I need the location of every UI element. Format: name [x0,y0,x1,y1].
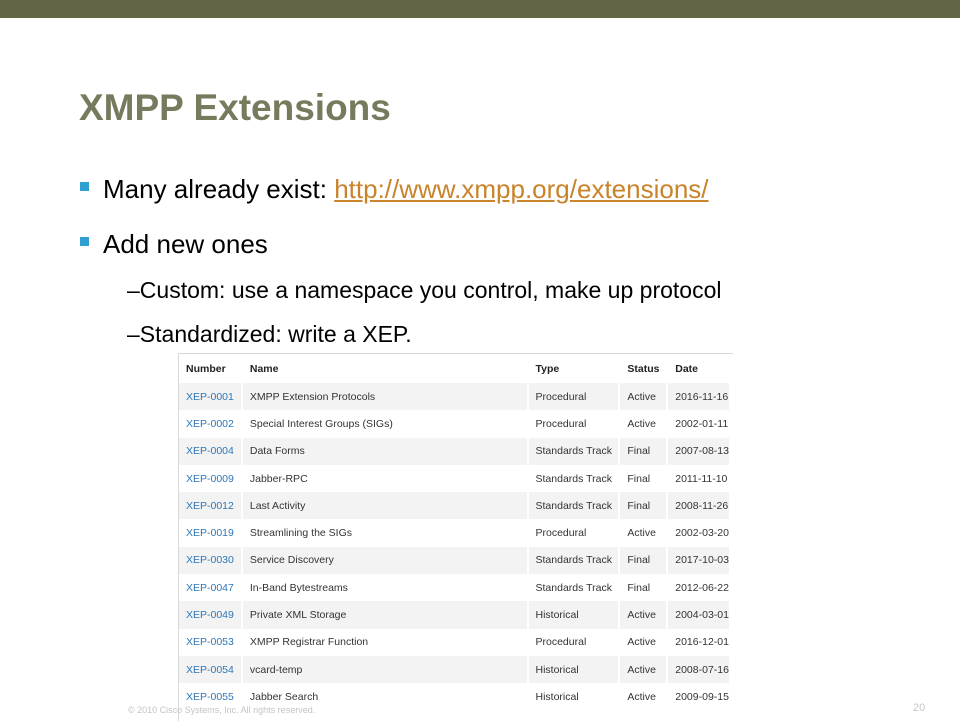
column-header-number[interactable]: Number [179,354,241,383]
table-row: XEP-0019 Streamlining the SIGs Procedural A… [179,519,729,547]
column-header-type[interactable]: Type [528,354,619,383]
sub-bullet-custom: –Custom: use a namespace you control, ma… [127,277,722,303]
cell-status: Final [620,574,667,602]
table-row: XEP-0054 vcard-temp Historical Active 2008-0… [179,655,729,684]
cell-type: Procedural [528,383,619,411]
table-row: XEP-0053 XMPP Registrar Function Procedura… [179,628,729,656]
cell-status: Final [620,437,667,465]
bullet-square-icon [80,182,89,191]
cell-type: Procedural [528,410,619,438]
table-row: XEP-0009 Jabber-RPC Standards Track Final 20… [179,464,729,493]
cell-name: Service Discovery [242,546,527,575]
cell-type: Historical [528,601,619,629]
cell-status: Active [620,410,667,438]
cell-name: XMPP Registrar Function [242,628,527,656]
column-header-date[interactable]: Date [668,354,729,383]
cell-status: Final [620,492,667,520]
cell-name: Private XML Storage [242,601,527,629]
cell-name: Streamlining the SIGs [242,519,527,547]
cell-number[interactable]: XEP-0001 [179,383,241,411]
bullet-square-icon [80,237,89,246]
column-header-name[interactable]: Name [242,354,527,383]
cell-date: 2008-11-26 [668,492,729,520]
xep-table: Number Name Type Status Date XEP-0001 XMP… [179,354,731,711]
column-header-status[interactable]: Status [620,354,667,383]
cell-status: Final [620,464,667,493]
cell-type: Standards Track [528,464,619,493]
slide-title: XMPP Extensions [79,87,391,128]
cell-type: Procedural [528,628,619,656]
cell-type: Standards Track [528,546,619,575]
cell-status: Active [620,601,667,629]
xep-table-screenshot: Number Name Type Status Date XEP-0001 XMP… [178,353,733,721]
table-header-row: Number Name Type Status Date [179,354,729,383]
cell-type: Standards Track [528,437,619,465]
cell-name: Last Activity [242,492,527,520]
cell-number[interactable]: XEP-0053 [179,628,241,656]
cell-number[interactable]: XEP-0054 [179,655,241,684]
cell-name: Special Interest Groups (SIGs) [242,410,527,438]
cell-name: In-Band Bytestreams [242,574,527,602]
cell-date: 2002-01-11 [668,410,729,438]
table-row: XEP-0047 In-Band Bytestreams Standards Tra… [179,574,729,602]
cell-type: Historical [528,655,619,684]
cell-status: Active [620,519,667,547]
table-row: XEP-0030 Service Discovery Standards Track… [179,546,729,575]
cell-type: Procedural [528,519,619,547]
table-row: XEP-0049 Private XML Storage Historical Act… [179,601,729,629]
sub-bullet-standardized: –Standardized: write a XEP. [127,321,412,347]
cell-date: 2002-03-20 [668,519,729,547]
cell-name: Jabber-RPC [242,464,527,493]
cell-number[interactable]: XEP-0049 [179,601,241,629]
cell-type: Standards Track [528,492,619,520]
cell-number[interactable]: XEP-0002 [179,410,241,438]
cell-name: Data Forms [242,437,527,465]
cell-number[interactable]: XEP-0047 [179,574,241,602]
cell-status: Active [620,655,667,684]
cell-number[interactable]: XEP-0030 [179,546,241,575]
cell-date: 2016-12-01 [668,628,729,656]
extensions-link[interactable]: http://www.xmpp.org/extensions/ [334,174,708,204]
page-number: 20 [913,702,926,714]
table-row: XEP-0012 Last Activity Standards Track Fina… [179,492,729,520]
cell-name: vcard-temp [242,655,527,684]
table-row: XEP-0001 XMPP Extension Protocols Procedur… [179,383,729,411]
cell-date: 2008-07-16 [668,655,729,684]
cell-date: 2016-11-16 [668,383,729,411]
cell-name: XMPP Extension Protocols [242,383,527,411]
bullet-label: Many already exist: [103,174,335,204]
copyright-notice: © 2010 Cisco Systems, Inc. All rights re… [128,705,316,715]
cell-date: 2009-09-15 [668,683,729,711]
cell-type: Historical [528,683,619,711]
cell-status: Active [620,683,667,711]
table-row: XEP-0004 Data Forms Standards Track Final 20… [179,437,729,465]
cell-date: 2017-10-03 [668,546,729,575]
cell-number[interactable]: XEP-0009 [179,464,241,493]
bullet-text: Add new ones [103,229,268,259]
cell-date: 2012-06-22 [668,574,729,602]
bullet-text: Many already exist: http://www.xmpp.org/… [103,174,709,204]
cell-status: Final [620,546,667,575]
cell-type: Standards Track [528,574,619,602]
cell-status: Active [620,383,667,411]
cell-date: 2004-03-01 [668,601,729,629]
header-accent-bar [0,0,960,18]
cell-number[interactable]: XEP-0012 [179,492,241,520]
cell-date: 2011-11-10 [668,464,729,493]
table-row: XEP-0002 Special Interest Groups (SIGs) Pr… [179,410,729,438]
cell-number[interactable]: XEP-0019 [179,519,241,547]
cell-date: 2007-08-13 [668,437,729,465]
cell-status: Active [620,628,667,656]
cell-number[interactable]: XEP-0004 [179,437,241,465]
